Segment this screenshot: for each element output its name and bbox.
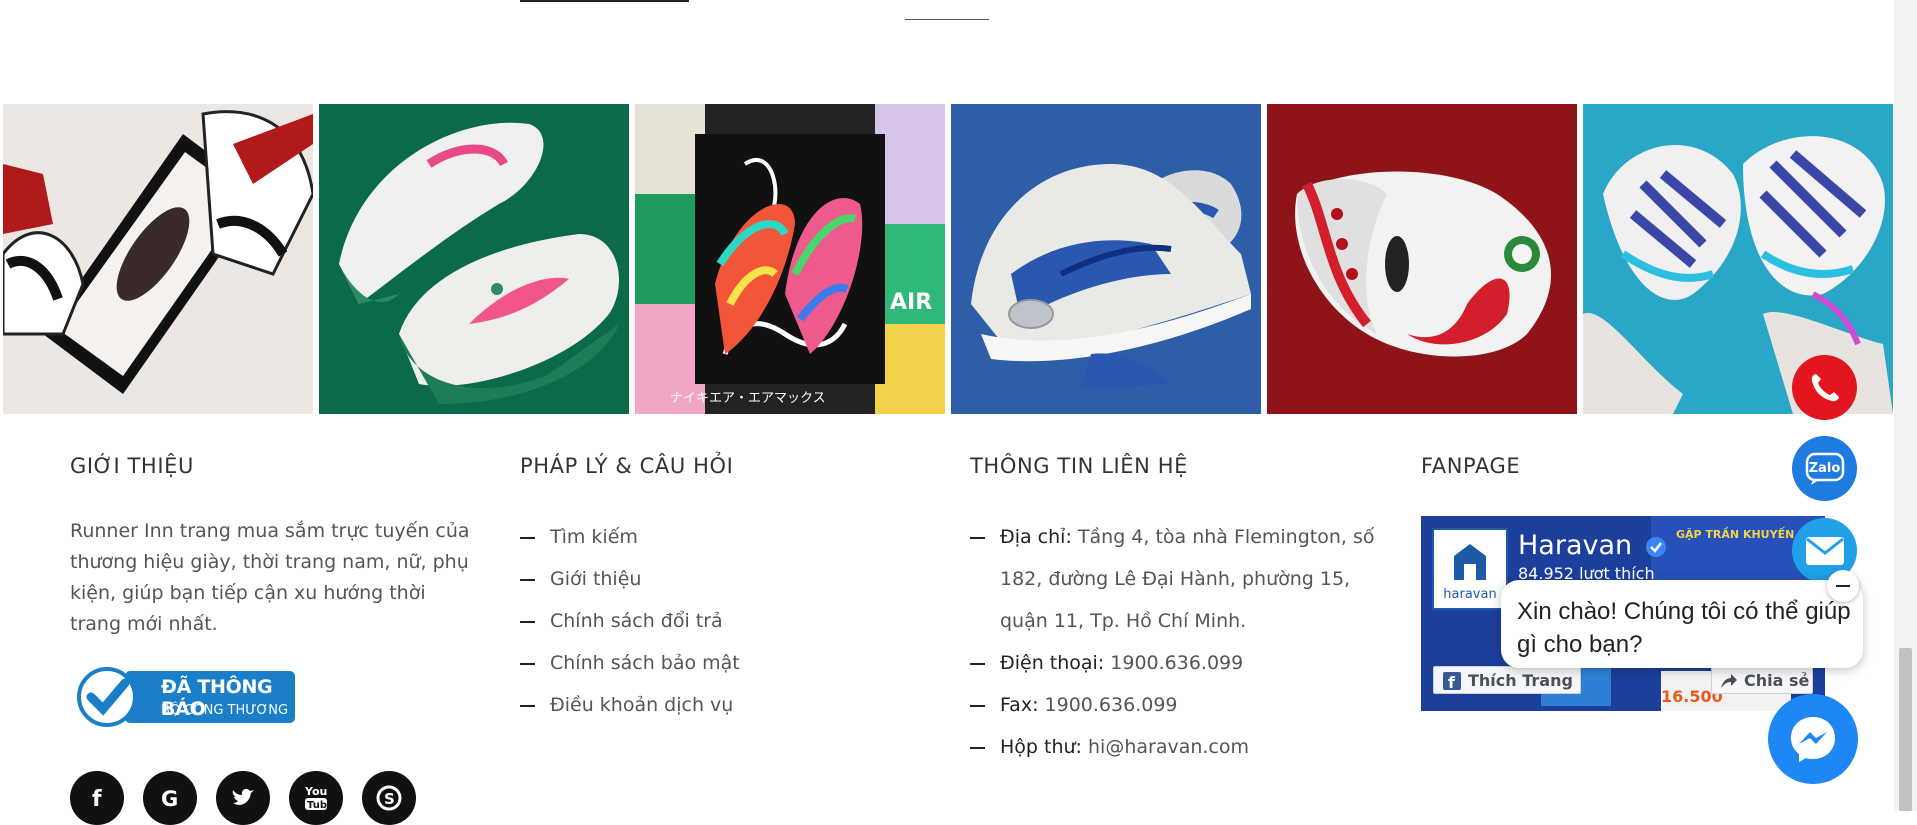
contact-info: Địa chỉ: Tầng 4, tòa nhà Flemington, số … — [970, 516, 1380, 768]
fanpage-name-text: Haravan — [1518, 530, 1633, 561]
phone-value[interactable]: 1900.636.099 — [1110, 652, 1243, 674]
sneaker-photo-icon — [1267, 104, 1577, 414]
mail-icon — [1805, 536, 1844, 565]
photo-text: ナイキエア・エアマックス — [670, 391, 826, 406]
phone-icon — [1811, 373, 1839, 401]
instagram-gallery: AIR ナイキエア・エアマックス — [3, 104, 1893, 414]
zalo-label: Zalo — [1808, 461, 1841, 476]
svg-text:f: f — [92, 787, 102, 809]
link-search[interactable]: Tìm kiếm — [520, 516, 880, 558]
contact-address: Địa chỉ: Tầng 4, tòa nhà Flemington, số … — [970, 516, 1380, 642]
contact-fax: Fax: 1900.636.099 — [970, 684, 1380, 726]
legal-links: Tìm kiếm Giới thiệu Chính sách đổi trả C… — [520, 516, 880, 726]
youtube-icon[interactable]: You Tube — [289, 771, 343, 825]
social-links: f G You Tube S — [70, 771, 416, 825]
like-page-button[interactable]: f Thích Trang — [1433, 666, 1581, 694]
link-privacy-policy[interactable]: Chính sách bảo mật — [520, 642, 880, 684]
link-return-policy[interactable]: Chính sách đổi trả — [520, 600, 880, 642]
contact-title: THÔNG TIN LIÊN HỆ — [970, 454, 1189, 478]
sneaker-photo-icon: AIR ナイキエア・エアマックス — [635, 104, 945, 414]
gallery-tile-4[interactable] — [951, 104, 1261, 414]
share-label: Chia sẻ — [1744, 671, 1810, 690]
like-page-label: Thích Trang — [1468, 671, 1573, 690]
gallery-tile-1[interactable] — [3, 104, 313, 414]
gallery-tile-3[interactable]: AIR ナイキエア・エアマックス — [635, 104, 945, 414]
fanpage-name[interactable]: Haravan — [1518, 530, 1667, 561]
google-icon[interactable]: G — [143, 771, 197, 825]
fax-label: Fax: — [1000, 694, 1039, 716]
address-label: Địa chỉ: — [1000, 526, 1072, 548]
haravan-logo-text: haravan — [1443, 587, 1497, 602]
twitter-icon[interactable] — [216, 771, 270, 825]
phone-label: Điện thoại: — [1000, 652, 1105, 674]
email-value[interactable]: hi@haravan.com — [1088, 736, 1249, 758]
gallery-tile-2[interactable] — [319, 104, 629, 414]
svg-text:S: S — [384, 790, 395, 808]
svg-text:G: G — [161, 787, 178, 810]
messenger-button[interactable] — [1768, 694, 1858, 784]
close-bubble-button[interactable] — [1827, 570, 1859, 602]
contact-email: Hộp thư: hi@haravan.com — [970, 726, 1380, 768]
bct-registration-badge[interactable]: ĐÃ THÔNG BÁO BỘ CÔNG THƯƠNG — [77, 665, 295, 728]
fax-value: 1900.636.099 — [1044, 694, 1178, 716]
svg-text:Tube: Tube — [307, 800, 329, 811]
facebook-icon[interactable]: f — [70, 771, 124, 825]
share-button[interactable]: Chia sẻ — [1711, 666, 1813, 694]
fanpage-title: FANPAGE — [1421, 454, 1521, 478]
email-label: Hộp thư: — [1000, 736, 1082, 758]
link-terms-of-service[interactable]: Điều khoản dịch vụ — [520, 684, 880, 726]
svg-text:f: f — [1448, 673, 1456, 690]
share-icon — [1721, 674, 1737, 688]
badge-line-2: BỘ CÔNG THƯƠNG — [161, 703, 289, 718]
sneaker-photo-icon — [3, 104, 313, 414]
photo-text: AIR — [890, 290, 932, 315]
contact-phone: Điện thoại: 1900.636.099 — [970, 642, 1380, 684]
link-about[interactable]: Giới thiệu — [520, 558, 880, 600]
scrollbar-thumb[interactable] — [1899, 648, 1912, 811]
zalo-button[interactable]: Zalo — [1792, 436, 1857, 501]
sneaker-photo-icon — [319, 104, 629, 414]
skype-icon[interactable]: S — [362, 771, 416, 825]
gallery-tile-5[interactable] — [1267, 104, 1577, 414]
chat-greeting-bubble[interactable]: Xin chào! Chúng tôi có thể giúp gì cho b… — [1501, 580, 1863, 668]
haravan-logo[interactable]: haravan — [1432, 528, 1508, 610]
page-scrollbar[interactable] — [1894, 0, 1917, 811]
call-button[interactable] — [1792, 355, 1857, 420]
legal-title: PHÁP LÝ & CÂU HỎI — [520, 454, 734, 478]
checkmark-icon — [86, 678, 130, 716]
active-tab-underline — [520, 0, 689, 2]
messenger-icon — [1791, 717, 1835, 762]
verified-icon — [1645, 536, 1666, 557]
about-title: GIỚI THIỆU — [70, 454, 194, 478]
about-text: Runner Inn trang mua sắm trực tuyến của … — [70, 520, 470, 635]
badge-seal — [77, 667, 137, 727]
svg-text:You: You — [304, 785, 327, 798]
sneaker-photo-icon — [951, 104, 1261, 414]
section-divider — [905, 19, 989, 20]
facebook-icon: f — [1443, 672, 1461, 690]
